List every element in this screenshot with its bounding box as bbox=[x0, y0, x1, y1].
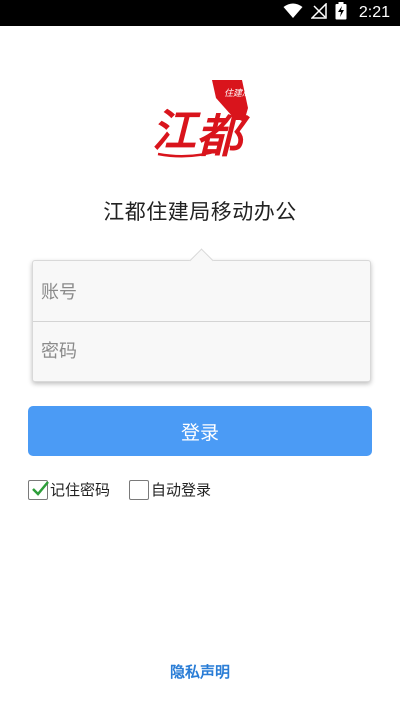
password-input[interactable] bbox=[33, 322, 370, 381]
battery-charging-icon bbox=[335, 2, 347, 24]
svg-text:住建局: 住建局 bbox=[224, 88, 252, 99]
privacy-statement-link[interactable]: 隐私声明 bbox=[0, 661, 400, 682]
jiangdu-logo-icon: 住建局 江 都 bbox=[150, 76, 255, 168]
status-icons: 2:21 bbox=[283, 2, 390, 24]
wifi-icon bbox=[283, 3, 303, 23]
account-input[interactable] bbox=[33, 263, 370, 322]
remember-password-checkbox[interactable] bbox=[28, 479, 49, 502]
login-screen: 2:21 住建局 江 都 江都住建局移动办公 登录 bbox=[0, 0, 400, 711]
remember-password-option[interactable]: 记住密码 bbox=[28, 479, 110, 500]
remember-password-label: 记住密码 bbox=[50, 481, 111, 499]
auto-login-option[interactable]: 自动登录 bbox=[129, 479, 211, 500]
status-bar: 2:21 bbox=[0, 0, 400, 26]
login-form bbox=[32, 248, 371, 382]
no-signal-icon bbox=[310, 2, 327, 23]
svg-text:江: 江 bbox=[152, 106, 201, 157]
auto-login-checkbox[interactable] bbox=[129, 479, 149, 500]
login-button[interactable]: 登录 bbox=[28, 406, 372, 456]
app-title: 江都住建局移动办公 bbox=[103, 200, 297, 224]
status-time: 2:21 bbox=[358, 4, 390, 21]
checkmark-icon bbox=[31, 480, 49, 502]
auto-login-label: 自动登录 bbox=[151, 481, 212, 499]
